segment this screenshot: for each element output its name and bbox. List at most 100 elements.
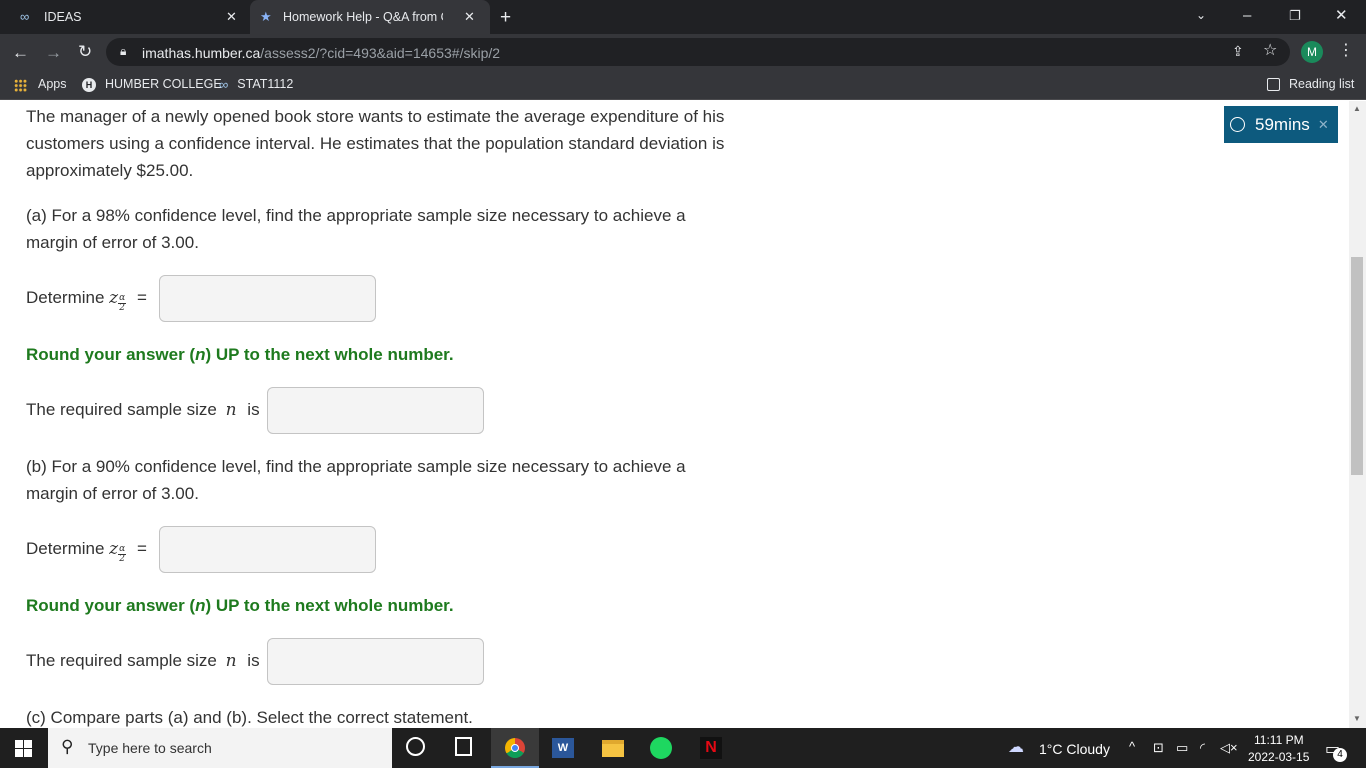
z-symbol: z <box>109 539 119 559</box>
z-symbol: z <box>109 288 119 308</box>
frac-denominator: 2 <box>119 303 126 313</box>
chrome-icon-center <box>511 744 519 752</box>
round-post: ) UP to the next whole number. <box>205 345 454 364</box>
round-note-b: Round your answer (n) UP to the next who… <box>26 596 454 616</box>
tab-label: Homework Help - Q&A from Onl <box>283 10 443 24</box>
round-post: ) UP to the next whole number. <box>205 596 454 615</box>
clock-icon <box>1230 117 1245 132</box>
round-n: n <box>195 345 206 364</box>
bookmark-label: STAT1112 <box>237 77 294 91</box>
question-part-a: (a) For a 98% confidence level, find the… <box>26 206 686 252</box>
url-domain: imathas.humber.ca <box>142 45 261 61</box>
show-hidden-icons-icon[interactable]: ^ <box>1129 739 1135 754</box>
task-view-icon[interactable] <box>455 737 472 756</box>
close-tab-icon[interactable]: ✕ <box>464 9 475 25</box>
apps-grid-icon <box>14 79 27 92</box>
tab-search-icon[interactable]: ⌄ <box>1196 9 1206 21</box>
sample-size-text: The required sample size <box>26 651 217 670</box>
infinity-icon: ∞ <box>20 9 30 24</box>
reading-list-button[interactable]: Reading list <box>1267 77 1354 91</box>
determine-text: Determine <box>26 288 105 307</box>
back-icon[interactable]: ← <box>12 44 29 61</box>
new-tab-icon[interactable]: + <box>500 8 511 27</box>
determine-z-label-b: Determine zα2 = <box>26 539 147 564</box>
alpha-over-two: α2 <box>118 294 127 313</box>
sample-size-label-b: The required sample size n is <box>26 651 260 671</box>
round-n: n <box>195 596 206 615</box>
z-answer-input-b[interactable] <box>159 526 376 573</box>
clock-time[interactable]: 11:11 PM <box>1254 733 1304 747</box>
humber-logo-icon: H <box>82 78 96 92</box>
timer-label: 59mins <box>1255 114 1310 134</box>
scroll-down-icon[interactable]: ▼ <box>1353 714 1361 723</box>
restore-icon[interactable]: ❐ <box>1289 9 1301 22</box>
close-icon[interactable]: ✕ <box>1318 117 1329 133</box>
equals-sign: = <box>136 539 147 558</box>
taskbar-search-box[interactable]: ⚲ Type here to search <box>48 728 392 768</box>
notification-count-badge: 4 <box>1333 748 1347 762</box>
weather-text[interactable]: 1°C Cloudy <box>1039 741 1110 757</box>
search-icon: ⚲ <box>61 737 74 756</box>
round-pre: Round your answer ( <box>26 345 196 364</box>
sample-size-text: The required sample size <box>26 400 217 419</box>
tab-homework-help[interactable]: ★ Homework Help - Q&A from Onl ✕ <box>250 0 490 34</box>
alpha-over-two: α2 <box>118 545 127 564</box>
round-note-a: Round your answer (n) UP to the next who… <box>26 345 454 365</box>
bookmark-humber-college[interactable]: H HUMBER COLLEGE <box>82 77 222 92</box>
z-answer-input-a[interactable] <box>159 275 376 322</box>
wifi-icon[interactable]: ◜ <box>1200 740 1205 756</box>
infinity-icon: ∞ <box>219 77 229 92</box>
is-text: is <box>247 400 260 419</box>
scrollbar-thumb[interactable] <box>1351 257 1363 475</box>
volume-muted-icon[interactable]: ◁× <box>1220 740 1238 756</box>
url-path: /assess2/?cid=493&aid=14653#/skip/2 <box>260 45 501 61</box>
battery-icon[interactable]: ▭ <box>1176 740 1188 756</box>
tab-ideas[interactable]: ∞ IDEAS ✕ <box>8 0 248 34</box>
netflix-icon[interactable]: N <box>700 737 722 759</box>
question-intro: The manager of a newly opened book store… <box>26 107 725 180</box>
meet-now-icon[interactable]: ⊡ <box>1153 740 1164 756</box>
reading-list-icon <box>1267 78 1280 91</box>
bookmark-label: Apps <box>38 77 67 91</box>
search-placeholder: Type here to search <box>88 740 212 756</box>
file-explorer-icon[interactable] <box>602 740 624 757</box>
spotify-icon[interactable] <box>650 737 672 759</box>
question-part-c: (c) Compare parts (a) and (b). Select th… <box>26 708 473 727</box>
determine-text: Determine <box>26 539 105 558</box>
star-icon: ★ <box>260 9 272 24</box>
close-tab-icon[interactable]: ✕ <box>226 9 237 25</box>
forward-icon[interactable]: → <box>45 44 62 61</box>
word-icon[interactable]: W <box>552 738 574 758</box>
is-text: is <box>247 651 260 670</box>
n-symbol: n <box>225 400 237 420</box>
minimize-icon[interactable]: – <box>1243 8 1251 23</box>
scroll-up-icon[interactable]: ▲ <box>1353 104 1361 113</box>
reading-list-label: Reading list <box>1289 77 1355 91</box>
lock-icon[interactable]: 🔒︎ <box>120 45 126 57</box>
tab-label: IDEAS <box>44 10 82 24</box>
cortana-icon[interactable] <box>406 737 425 756</box>
share-icon[interactable]: ⇪ <box>1232 44 1244 58</box>
weather-cloud-icon[interactable]: ☁ <box>1008 737 1024 757</box>
close-window-icon[interactable]: ✕ <box>1335 8 1348 23</box>
bookmark-stat1112[interactable]: ∞ STAT1112 <box>219 77 293 92</box>
chrome-taskbar-button[interactable] <box>491 728 539 768</box>
frac-denominator: 2 <box>119 554 126 564</box>
timer-badge[interactable]: 59mins ✕ <box>1224 106 1338 143</box>
bookmark-star-icon[interactable]: ☆ <box>1263 43 1277 59</box>
bookmark-label: HUMBER COLLEGE <box>105 77 222 91</box>
windows-start-icon[interactable] <box>15 740 32 757</box>
sample-size-label-a: The required sample size n is <box>26 400 260 420</box>
question-part-b: (b) For a 90% confidence level, find the… <box>26 457 686 503</box>
bookmark-apps[interactable]: Apps <box>14 77 67 92</box>
reload-icon[interactable]: ↻ <box>78 43 92 60</box>
menu-kebab-icon[interactable]: ⋮ <box>1338 43 1354 59</box>
n-answer-input-a[interactable] <box>267 387 484 434</box>
profile-avatar[interactable]: M <box>1301 41 1323 63</box>
determine-z-label-a: Determine zα2 = <box>26 288 147 313</box>
n-answer-input-b[interactable] <box>267 638 484 685</box>
n-symbol: n <box>225 651 237 671</box>
url-text[interactable]: imathas.humber.ca/assess2/?cid=493&aid=1… <box>142 45 500 61</box>
round-pre: Round your answer ( <box>26 596 196 615</box>
clock-date[interactable]: 2022-03-15 <box>1248 750 1309 764</box>
